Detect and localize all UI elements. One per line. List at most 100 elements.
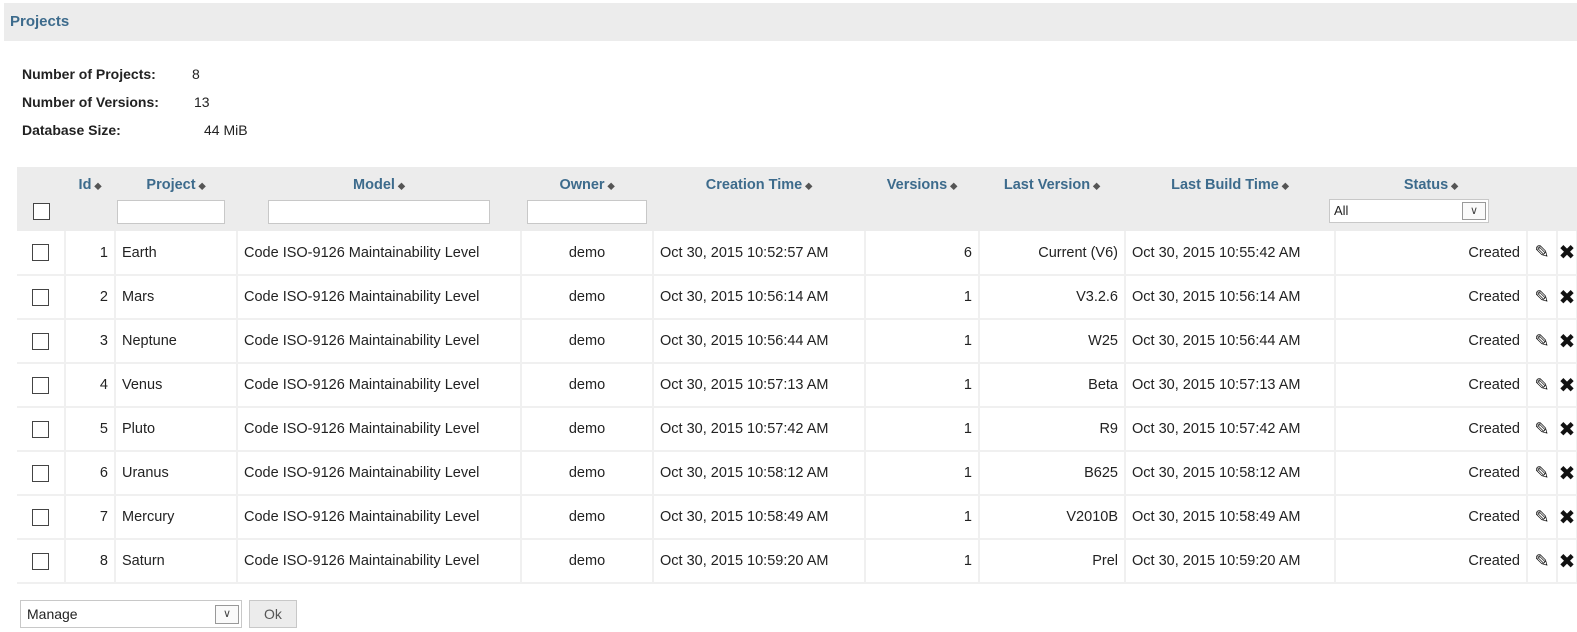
cell-last-build-time: Oct 30, 2015 10:59:20 AM (1125, 539, 1336, 584)
row-select-cell (17, 451, 66, 496)
sort-icon: ⬥ (950, 181, 958, 192)
cell-owner: demo (521, 495, 654, 540)
cell-owner: demo (521, 451, 654, 496)
row-checkbox[interactable] (32, 552, 49, 570)
cell-model: Code ISO-9126 Maintainability Level (237, 275, 522, 320)
delete-icon[interactable]: ✖ (1559, 375, 1575, 397)
cell-status: Created (1335, 319, 1528, 364)
cell-owner: demo (521, 539, 654, 584)
cell-owner: demo (521, 319, 654, 364)
table-row[interactable]: 3 Neptune Code ISO-9126 Maintainability … (17, 319, 1577, 364)
delete-icon[interactable]: ✖ (1559, 287, 1575, 309)
cell-last-version: Current (V6) (979, 231, 1126, 276)
cell-last-build-time: Oct 30, 2015 10:57:42 AM (1125, 407, 1336, 452)
cell-versions: 1 (865, 363, 980, 408)
row-checkbox[interactable] (32, 420, 49, 438)
model-filter-input[interactable] (268, 200, 490, 224)
pencil-icon[interactable]: ✎ (1534, 375, 1549, 396)
row-select-cell (17, 275, 66, 320)
project-filter-input[interactable] (117, 200, 225, 224)
cell-last-version: Prel (979, 539, 1126, 584)
cell-id: 1 (65, 231, 116, 276)
cell-model: Code ISO-9126 Maintainability Level (237, 451, 522, 496)
ok-button[interactable]: Ok (249, 600, 297, 628)
edit-column-header (1527, 167, 1557, 231)
cell-status: Created (1335, 451, 1528, 496)
column-header-id[interactable]: Id ⬥ (65, 167, 115, 231)
row-checkbox[interactable] (32, 464, 49, 482)
column-header-last-build-time[interactable]: Last Build Time ⬥ (1125, 167, 1335, 231)
delete-cell: ✖ (1557, 363, 1577, 408)
column-header-model[interactable]: Model ⬥ (237, 167, 521, 231)
pencil-icon[interactable]: ✎ (1534, 419, 1549, 440)
pencil-icon[interactable]: ✎ (1534, 242, 1549, 263)
table-row[interactable]: 1 Earth Code ISO-9126 Maintainability Le… (17, 231, 1577, 276)
cell-model: Code ISO-9126 Maintainability Level (237, 231, 522, 276)
cell-versions: 1 (865, 275, 980, 320)
cell-project: Mercury (115, 495, 238, 540)
cell-creation-time: Oct 30, 2015 10:52:57 AM (653, 231, 866, 276)
table-row[interactable]: 5 Pluto Code ISO-9126 Maintainability Le… (17, 407, 1577, 452)
owner-filter-input[interactable] (527, 200, 647, 224)
edit-cell: ✎ (1527, 363, 1558, 408)
cell-model: Code ISO-9126 Maintainability Level (237, 407, 522, 452)
row-select-cell (17, 231, 66, 276)
cell-creation-time: Oct 30, 2015 10:58:49 AM (653, 495, 866, 540)
table-row[interactable]: 7 Mercury Code ISO-9126 Maintainability … (17, 495, 1577, 540)
delete-icon[interactable]: ✖ (1559, 507, 1575, 529)
delete-cell: ✖ (1557, 539, 1577, 584)
row-checkbox[interactable] (32, 508, 49, 526)
edit-cell: ✎ (1527, 495, 1558, 540)
chevron-down-icon[interactable]: ∨ (1462, 202, 1486, 220)
cell-last-build-time: Oct 30, 2015 10:57:13 AM (1125, 363, 1336, 408)
row-select-cell (17, 319, 66, 364)
delete-icon[interactable]: ✖ (1559, 463, 1575, 485)
pencil-icon[interactable]: ✎ (1534, 287, 1549, 308)
column-header-last-version[interactable]: Last Version ⬥ (979, 167, 1125, 231)
stat-versions-value: 13 (194, 94, 210, 110)
stat-dbsize-value: 44 MiB (204, 122, 248, 138)
pencil-icon[interactable]: ✎ (1534, 551, 1549, 572)
column-header-owner[interactable]: Owner ⬥ (521, 167, 653, 231)
stat-versions-label: Number of Versions: (22, 94, 159, 110)
delete-icon[interactable]: ✖ (1559, 242, 1575, 264)
row-checkbox[interactable] (32, 376, 49, 394)
table-row[interactable]: 6 Uranus Code ISO-9126 Maintainability L… (17, 451, 1577, 496)
table-row[interactable]: 8 Saturn Code ISO-9126 Maintainability L… (17, 539, 1577, 584)
column-header-creation-time[interactable]: Creation Time ⬥ (653, 167, 865, 231)
manage-action-select[interactable]: Manage ∨ (20, 600, 242, 628)
row-checkbox[interactable] (32, 288, 49, 306)
pencil-icon[interactable]: ✎ (1534, 331, 1549, 352)
column-header-project[interactable]: Project ⬥ (115, 167, 237, 231)
cell-last-build-time: Oct 30, 2015 10:55:42 AM (1125, 231, 1336, 276)
chevron-down-icon[interactable]: ∨ (215, 605, 239, 624)
cell-last-version: Beta (979, 363, 1126, 408)
row-checkbox[interactable] (32, 244, 49, 261)
cell-status: Created (1335, 407, 1528, 452)
row-checkbox[interactable] (32, 332, 49, 350)
delete-cell: ✖ (1557, 407, 1577, 452)
delete-icon[interactable]: ✖ (1559, 331, 1575, 353)
stat-projects: Number of Projects: 8 (22, 65, 248, 93)
page-title: Projects (10, 13, 70, 30)
sort-icon: ⬥ (607, 181, 615, 192)
cell-versions: 1 (865, 495, 980, 540)
cell-project: Mars (115, 275, 238, 320)
delete-icon[interactable]: ✖ (1559, 551, 1575, 573)
sort-icon: ⬥ (397, 181, 405, 192)
column-header-status[interactable]: Status ⬥ All ∨ (1329, 167, 1527, 231)
sort-icon: ⬥ (1451, 181, 1459, 192)
status-filter-select[interactable]: All ∨ (1329, 199, 1489, 223)
edit-cell: ✎ (1527, 539, 1558, 584)
pencil-icon[interactable]: ✎ (1534, 507, 1549, 528)
pencil-icon[interactable]: ✎ (1534, 463, 1549, 484)
delete-icon[interactable]: ✖ (1559, 419, 1575, 441)
cell-creation-time: Oct 30, 2015 10:56:44 AM (653, 319, 866, 364)
row-select-cell (17, 407, 66, 452)
select-all-checkbox[interactable] (32, 203, 50, 220)
table-row[interactable]: 2 Mars Code ISO-9126 Maintainability Lev… (17, 275, 1577, 320)
column-header-versions[interactable]: Versions ⬥ (865, 167, 979, 231)
cell-creation-time: Oct 30, 2015 10:59:20 AM (653, 539, 866, 584)
table-row[interactable]: 4 Venus Code ISO-9126 Maintainability Le… (17, 363, 1577, 408)
row-select-cell (17, 495, 66, 540)
